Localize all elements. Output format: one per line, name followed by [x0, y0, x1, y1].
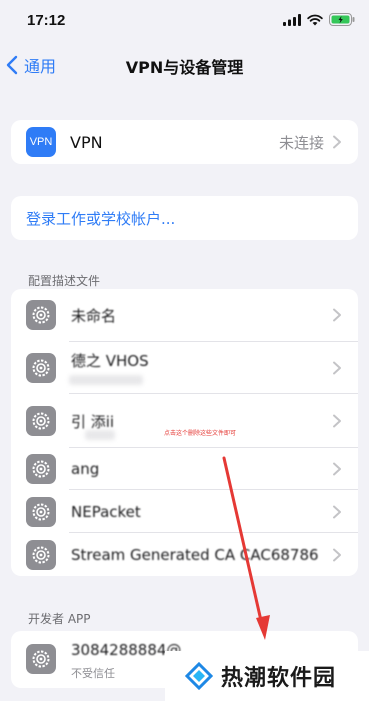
watermark-text: 热潮软件园	[221, 666, 337, 691]
brand-logo-icon	[185, 662, 213, 690]
watermark: 热潮软件园	[165, 651, 369, 701]
annotation-arrow-icon	[222, 456, 270, 640]
